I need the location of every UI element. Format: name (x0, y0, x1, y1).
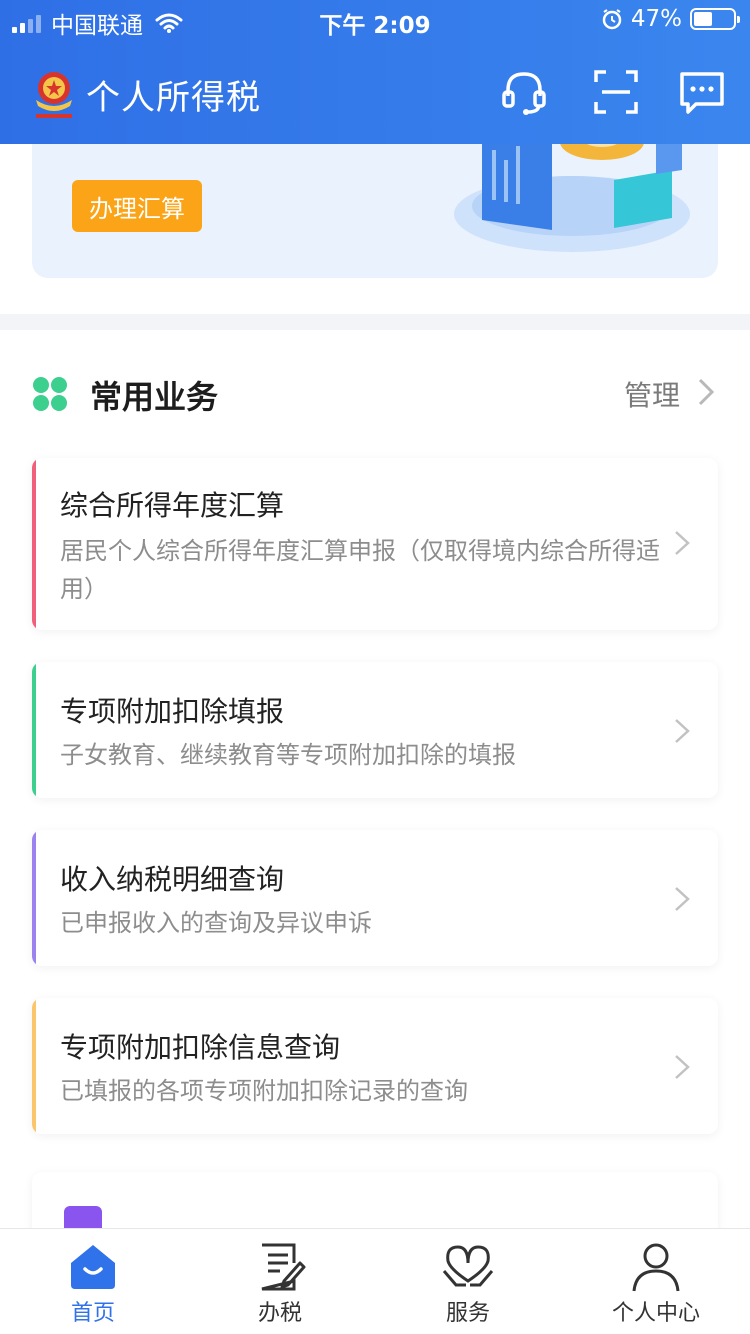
manage-link[interactable]: 管理 (624, 374, 680, 414)
card-title: 专项附加扣除填报 (60, 695, 285, 728)
section-divider (0, 314, 750, 330)
card-title: 收入纳税明细查询 (60, 863, 285, 896)
app-header: 中国联通 下午 2:09 47% 个人所得税 (0, 0, 750, 144)
battery-percent: 47% (630, 6, 682, 32)
tab-home[interactable]: 首页 (33, 1241, 153, 1331)
accent-bar (32, 458, 36, 630)
tab-label: 个人中心 (611, 1301, 700, 1326)
bottom-tab-bar: 首页 办税 服务 个人中心 (0, 1228, 750, 1334)
status-bar: 中国联通 下午 2:09 47% (0, 0, 750, 40)
service-icon (442, 1245, 494, 1287)
headset-icon[interactable] (498, 66, 550, 118)
nav-bar: 个人所得税 (0, 54, 750, 134)
tax-form-icon (261, 1243, 306, 1291)
tab-personal-center[interactable]: 个人中心 (596, 1241, 716, 1331)
card-description: 子女教育、继续教育等专项附加扣除的填报 (60, 741, 516, 769)
card-title: 综合所得年度汇算 (60, 489, 285, 522)
service-card-income-tax-query[interactable]: 收入纳税明细查询 已申报收入的查询及异议申诉 (32, 830, 718, 966)
tab-label: 首页 (70, 1301, 115, 1326)
card-description: 已填报的各项专项附加扣除记录的查询 (60, 1077, 468, 1105)
user-icon (632, 1243, 680, 1292)
grid-dots-icon (33, 377, 67, 411)
chevron-right-icon (675, 887, 690, 911)
section-title: 常用业务 (90, 378, 219, 416)
tab-service[interactable]: 服务 (408, 1241, 528, 1331)
accent-bar (32, 662, 36, 798)
message-icon[interactable] (676, 66, 728, 118)
card-description: 已申报收入的查询及异议申诉 (60, 909, 372, 937)
accent-bar (32, 830, 36, 966)
card-description: 居民个人综合所得年度汇算申报（仅取得境内综合所得适用） (60, 537, 660, 603)
tax-emblem-logo (36, 72, 72, 118)
card-title: 专项附加扣除信息查询 (60, 1031, 341, 1064)
accent-bar (32, 998, 36, 1134)
tab-label: 服务 (445, 1301, 490, 1326)
home-icon (71, 1245, 115, 1289)
process-settlement-button[interactable]: 办理汇算 (72, 180, 202, 232)
scan-icon[interactable] (590, 66, 642, 118)
common-services-header: 常用业务 管理 (0, 360, 750, 424)
service-card-annual-settlement[interactable]: 综合所得年度汇算 居民个人综合所得年度汇算申报（仅取得境内综合所得适用） (32, 458, 718, 630)
service-card-deduction-info-query[interactable]: 专项附加扣除信息查询 已填报的各项专项附加扣除记录的查询 (32, 998, 718, 1134)
tab-tax[interactable]: 办税 (220, 1241, 340, 1331)
service-card-special-deduction-filing[interactable]: 专项附加扣除填报 子女教育、继续教育等专项附加扣除的填报 (32, 662, 718, 798)
chevron-right-icon (675, 719, 690, 743)
chevron-right-icon (675, 531, 690, 555)
chevron-right-icon[interactable] (694, 376, 718, 408)
page-title: 个人所得税 (86, 78, 261, 118)
chevron-right-icon (675, 1055, 690, 1079)
battery-icon (690, 8, 740, 30)
alarm-icon (602, 9, 622, 30)
tab-label: 办税 (257, 1301, 302, 1326)
